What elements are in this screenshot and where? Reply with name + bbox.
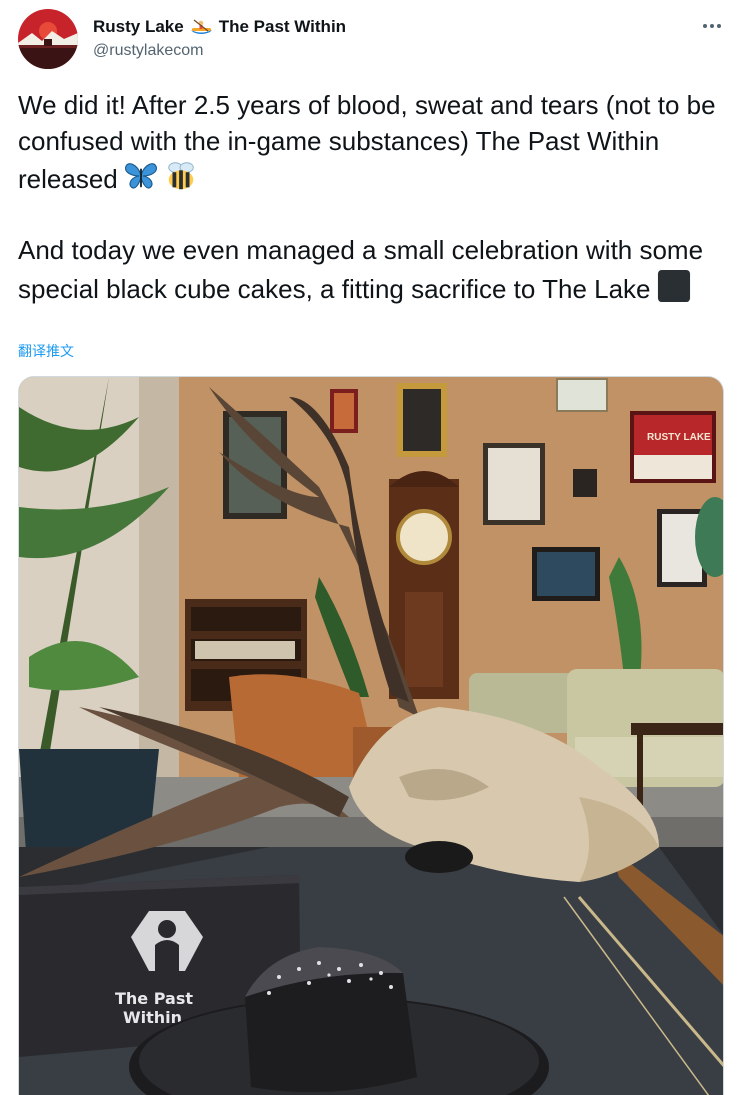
author-name-row[interactable]: Rusty Lake The Past Within [93, 15, 346, 39]
display-name-suffix[interactable]: The Past Within [219, 17, 346, 37]
avatar[interactable] [18, 9, 78, 69]
translate-tweet-link[interactable]: 翻译推文 [18, 341, 74, 361]
author-handle[interactable]: @rustylakecom [93, 42, 204, 60]
photo-illustration: RUSTY LAKE The Past Within [19, 377, 723, 1095]
tweet-photo[interactable]: RUSTY LAKE The Past Within [18, 376, 724, 1095]
box-title-line-1: The Past [115, 989, 193, 1008]
ellipsis-icon-dot [710, 24, 714, 28]
ellipsis-icon [703, 24, 707, 28]
tweet-paragraph-1: We did it! After 2.5 years of blood, swe… [18, 88, 728, 198]
tweet-card: Rusty Lake The Past Within @rustylakecom… [0, 0, 742, 1095]
tweet-text: We did it! After 2.5 years of blood, swe… [18, 88, 728, 307]
kayak-icon [190, 19, 212, 34]
tweet-paragraph-2-text: And today we even managed a small celebr… [18, 235, 704, 304]
rusty-lake-logo [18, 9, 78, 69]
butterfly-icon [124, 163, 157, 189]
poster-text: RUSTY LAKE [647, 432, 711, 443]
more-options-button[interactable] [700, 14, 724, 38]
tweet-paragraph-1-text: We did it! After 2.5 years of blood, swe… [18, 90, 716, 194]
tweet-paragraph-2: And today we even managed a small celebr… [18, 233, 728, 307]
black-square-icon [657, 269, 690, 302]
display-name[interactable]: Rusty Lake [93, 17, 184, 37]
ellipsis-icon-dot [717, 24, 721, 28]
bee-icon [167, 162, 194, 190]
